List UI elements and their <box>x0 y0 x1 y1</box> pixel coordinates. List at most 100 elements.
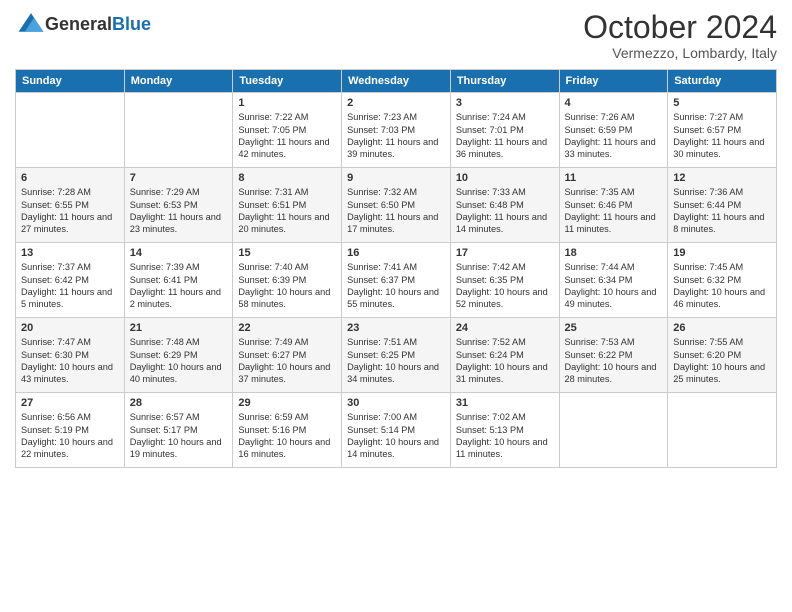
cell-info: Sunrise: 7:27 AM Sunset: 6:57 PM Dayligh… <box>673 111 771 161</box>
header-monday: Monday <box>124 70 233 93</box>
cell-info: Sunrise: 7:33 AM Sunset: 6:48 PM Dayligh… <box>456 186 554 236</box>
cell-info: Sunrise: 7:00 AM Sunset: 5:14 PM Dayligh… <box>347 411 445 461</box>
cell-day-number: 31 <box>456 397 554 409</box>
cell-day-number: 20 <box>21 322 119 334</box>
table-row: 30 Sunrise: 7:00 AM Sunset: 5:14 PM Dayli… <box>342 393 451 468</box>
cell-info: Sunrise: 7:49 AM Sunset: 6:27 PM Dayligh… <box>238 336 336 386</box>
table-row: 5 Sunrise: 7:27 AM Sunset: 6:57 PM Daylig… <box>668 93 777 168</box>
cell-info: Sunrise: 7:47 AM Sunset: 6:30 PM Dayligh… <box>21 336 119 386</box>
cell-day-number: 29 <box>238 397 336 409</box>
table-row: 4 Sunrise: 7:26 AM Sunset: 6:59 PM Daylig… <box>559 93 668 168</box>
logo-icon <box>17 10 45 38</box>
table-row: 22 Sunrise: 7:49 AM Sunset: 6:27 PM Dayli… <box>233 318 342 393</box>
table-row: 26 Sunrise: 7:55 AM Sunset: 6:20 PM Dayli… <box>668 318 777 393</box>
cell-info: Sunrise: 7:53 AM Sunset: 6:22 PM Dayligh… <box>565 336 663 386</box>
table-row: 24Sunrise: 7:52 AM Sunset: 6:24 PM Dayli… <box>450 318 559 393</box>
calendar-table: Sunday Monday Tuesday Wednesday Thursday… <box>15 69 777 468</box>
cell-info: Sunrise: 7:35 AM Sunset: 6:46 PM Dayligh… <box>565 186 663 236</box>
cell-info: Sunrise: 7:51 AM Sunset: 6:25 PM Dayligh… <box>347 336 445 386</box>
header-sunday: Sunday <box>16 70 125 93</box>
cell-day-number: 14 <box>130 247 228 259</box>
title-block: October 2024 Vermezzo, Lombardy, Italy <box>583 10 777 61</box>
cell-info: Sunrise: 7:29 AM Sunset: 6:53 PM Dayligh… <box>130 186 228 236</box>
table-row: 25 Sunrise: 7:53 AM Sunset: 6:22 PM Dayli… <box>559 318 668 393</box>
table-row <box>16 93 125 168</box>
table-row: 17 Sunrise: 7:42 AM Sunset: 6:35 PM Dayli… <box>450 243 559 318</box>
cell-info: Sunrise: 6:59 AM Sunset: 5:16 PM Dayligh… <box>238 411 336 461</box>
cell-info: Sunrise: 7:41 AM Sunset: 6:37 PM Dayligh… <box>347 261 445 311</box>
week-row-2: 13Sunrise: 7:37 AM Sunset: 6:42 PM Dayli… <box>16 243 777 318</box>
cell-day-number: 23 <box>347 322 445 334</box>
table-row: 19 Sunrise: 7:45 AM Sunset: 6:32 PM Dayli… <box>668 243 777 318</box>
table-row: 9 Sunrise: 7:32 AM Sunset: 6:50 PM Daylig… <box>342 168 451 243</box>
table-row: 18Sunrise: 7:44 AM Sunset: 6:34 PM Dayli… <box>559 243 668 318</box>
table-row: 13Sunrise: 7:37 AM Sunset: 6:42 PM Dayli… <box>16 243 125 318</box>
table-row: 2 Sunrise: 7:23 AM Sunset: 7:03 PM Daylig… <box>342 93 451 168</box>
cell-info: Sunrise: 6:56 AM Sunset: 5:19 PM Dayligh… <box>21 411 119 461</box>
cell-day-number: 22 <box>238 322 336 334</box>
location-title: Vermezzo, Lombardy, Italy <box>583 45 777 61</box>
cell-day-number: 9 <box>347 172 445 184</box>
cell-day-number: 2 <box>347 97 445 109</box>
cell-day-number: 12 <box>673 172 771 184</box>
table-row: 29 Sunrise: 6:59 AM Sunset: 5:16 PM Dayli… <box>233 393 342 468</box>
logo: GeneralBlue <box>15 10 151 38</box>
cell-day-number: 19 <box>673 247 771 259</box>
header-friday: Friday <box>559 70 668 93</box>
cell-day-number: 21 <box>130 322 228 334</box>
header-saturday: Saturday <box>668 70 777 93</box>
week-row-3: 20 Sunrise: 7:47 AM Sunset: 6:30 PM Dayli… <box>16 318 777 393</box>
cell-info: Sunrise: 7:31 AM Sunset: 6:51 PM Dayligh… <box>238 186 336 236</box>
cell-info: Sunrise: 7:45 AM Sunset: 6:32 PM Dayligh… <box>673 261 771 311</box>
cell-day-number: 30 <box>347 397 445 409</box>
table-row: 1Sunrise: 7:22 AM Sunset: 7:05 PM Daylig… <box>233 93 342 168</box>
cell-info: Sunrise: 7:26 AM Sunset: 6:59 PM Dayligh… <box>565 111 663 161</box>
cell-info: Sunrise: 7:42 AM Sunset: 6:35 PM Dayligh… <box>456 261 554 311</box>
table-row: 14Sunrise: 7:39 AM Sunset: 6:41 PM Dayli… <box>124 243 233 318</box>
table-row <box>668 393 777 468</box>
header: GeneralBlue October 2024 Vermezzo, Lomba… <box>15 10 777 61</box>
header-wednesday: Wednesday <box>342 70 451 93</box>
week-row-4: 27 Sunrise: 6:56 AM Sunset: 5:19 PM Dayli… <box>16 393 777 468</box>
cell-day-number: 25 <box>565 322 663 334</box>
month-title: October 2024 <box>583 10 777 45</box>
cell-info: Sunrise: 7:40 AM Sunset: 6:39 PM Dayligh… <box>238 261 336 311</box>
cell-day-number: 1 <box>238 97 336 109</box>
cell-info: Sunrise: 7:36 AM Sunset: 6:44 PM Dayligh… <box>673 186 771 236</box>
cell-info: Sunrise: 7:37 AM Sunset: 6:42 PM Dayligh… <box>21 261 119 311</box>
week-row-1: 6 Sunrise: 7:28 AM Sunset: 6:55 PM Daylig… <box>16 168 777 243</box>
page: GeneralBlue October 2024 Vermezzo, Lomba… <box>0 0 792 612</box>
cell-day-number: 24 <box>456 322 554 334</box>
table-row: 21Sunrise: 7:48 AM Sunset: 6:29 PM Dayli… <box>124 318 233 393</box>
table-row: 6 Sunrise: 7:28 AM Sunset: 6:55 PM Daylig… <box>16 168 125 243</box>
cell-info: Sunrise: 7:44 AM Sunset: 6:34 PM Dayligh… <box>565 261 663 311</box>
weekday-header-row: Sunday Monday Tuesday Wednesday Thursday… <box>16 70 777 93</box>
cell-day-number: 11 <box>565 172 663 184</box>
cell-info: Sunrise: 7:23 AM Sunset: 7:03 PM Dayligh… <box>347 111 445 161</box>
cell-day-number: 10 <box>456 172 554 184</box>
table-row: 31Sunrise: 7:02 AM Sunset: 5:13 PM Dayli… <box>450 393 559 468</box>
header-thursday: Thursday <box>450 70 559 93</box>
table-row: 23 Sunrise: 7:51 AM Sunset: 6:25 PM Dayli… <box>342 318 451 393</box>
cell-day-number: 4 <box>565 97 663 109</box>
cell-day-number: 27 <box>21 397 119 409</box>
cell-info: Sunrise: 7:32 AM Sunset: 6:50 PM Dayligh… <box>347 186 445 236</box>
cell-day-number: 26 <box>673 322 771 334</box>
cell-day-number: 6 <box>21 172 119 184</box>
table-row: 7Sunrise: 7:29 AM Sunset: 6:53 PM Daylig… <box>124 168 233 243</box>
table-row: 10 Sunrise: 7:33 AM Sunset: 6:48 PM Dayli… <box>450 168 559 243</box>
header-tuesday: Tuesday <box>233 70 342 93</box>
logo-general: General <box>45 14 112 34</box>
table-row: 12 Sunrise: 7:36 AM Sunset: 6:44 PM Dayli… <box>668 168 777 243</box>
cell-day-number: 3 <box>456 97 554 109</box>
table-row: 3Sunrise: 7:24 AM Sunset: 7:01 PM Daylig… <box>450 93 559 168</box>
table-row: 28 Sunrise: 6:57 AM Sunset: 5:17 PM Dayli… <box>124 393 233 468</box>
cell-day-number: 15 <box>238 247 336 259</box>
cell-day-number: 28 <box>130 397 228 409</box>
cell-info: Sunrise: 7:55 AM Sunset: 6:20 PM Dayligh… <box>673 336 771 386</box>
cell-info: Sunrise: 7:28 AM Sunset: 6:55 PM Dayligh… <box>21 186 119 236</box>
cell-day-number: 17 <box>456 247 554 259</box>
cell-info: Sunrise: 6:57 AM Sunset: 5:17 PM Dayligh… <box>130 411 228 461</box>
cell-day-number: 5 <box>673 97 771 109</box>
table-row: 11 Sunrise: 7:35 AM Sunset: 6:46 PM Dayli… <box>559 168 668 243</box>
